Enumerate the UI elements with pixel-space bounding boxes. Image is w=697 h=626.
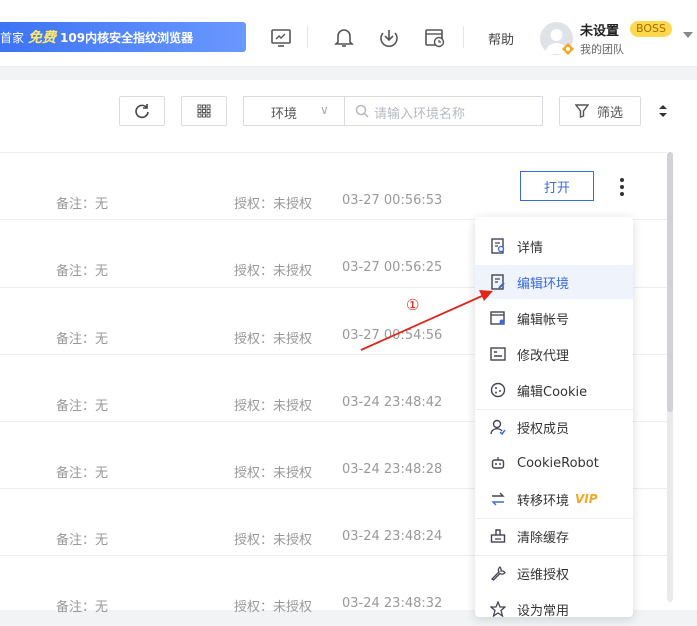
search-icon xyxy=(355,104,369,118)
scrollbar-thumb[interactable] xyxy=(667,152,673,412)
details-icon xyxy=(489,237,507,255)
menu-item-label: 清除缓存 xyxy=(517,530,570,546)
team-label[interactable]: 我的团队 xyxy=(580,41,624,57)
row-time: 03-27 00:54:56 xyxy=(342,328,443,343)
row-auth: 授权：未授权 xyxy=(234,600,313,615)
menu-item-label: 转移环境 xyxy=(517,493,570,509)
star-icon xyxy=(489,600,507,618)
menu-item-label: CookieRobot xyxy=(517,455,599,471)
row-auth: 授权：未授权 xyxy=(234,264,313,279)
row-auth: 授权：未授权 xyxy=(234,197,313,212)
row-time: 03-27 00:56:53 xyxy=(342,193,443,208)
env-type-select[interactable]: 环境 ∨ xyxy=(243,96,345,126)
top-bar: 首家 免费 109内核安全指纹浏览器 帮助 未设置 BOSS 我的团队 xyxy=(0,0,697,67)
row-note: 备注：无 xyxy=(56,533,109,548)
separator xyxy=(307,26,308,48)
schedule-icon[interactable] xyxy=(423,26,447,50)
menu-item-label: 运维授权 xyxy=(517,567,570,583)
env-select-label: 环境 xyxy=(271,107,298,122)
vip-badge: VIP xyxy=(575,492,598,506)
filter-label: 筛选 xyxy=(597,105,624,121)
clear-cache-icon xyxy=(489,527,507,545)
menu-item-cookierobot[interactable]: CookieRobot xyxy=(475,446,633,480)
user-name[interactable]: 未设置 xyxy=(580,20,619,39)
grid-icon xyxy=(197,104,211,118)
context-menu: 详情 编辑环境 编辑帐号 修改代理 编辑Cookie 授权成员 CookieRo… xyxy=(475,217,633,619)
search-input[interactable]: 请输入环境名称 xyxy=(344,96,543,126)
banner-text: 109内核安全指纹浏览器 xyxy=(60,30,194,45)
user-auth-icon xyxy=(489,418,507,436)
menu-item-label: 授权成员 xyxy=(517,421,570,437)
grid-view-button[interactable] xyxy=(181,96,227,126)
scrollbar[interactable] xyxy=(667,152,673,602)
menu-item-favorite[interactable]: 设为常用 xyxy=(475,592,633,626)
annotation-label: ① xyxy=(406,296,420,314)
promo-banner[interactable]: 首家 免费 109内核安全指纹浏览器 xyxy=(0,22,246,52)
edit-env-icon xyxy=(489,273,507,291)
row-auth: 授权：未授权 xyxy=(234,466,313,481)
filter-button[interactable]: 筛选 xyxy=(559,96,641,126)
row-auth: 授权：未授权 xyxy=(234,332,313,347)
menu-item-cookie[interactable]: 编辑Cookie xyxy=(475,373,633,407)
row-auth: 授权：未授权 xyxy=(234,399,313,414)
separator xyxy=(463,26,464,48)
row-note: 备注：无 xyxy=(56,466,109,481)
refresh-button[interactable] xyxy=(119,96,165,126)
menu-item-details[interactable]: 详情 xyxy=(475,229,633,263)
filter-icon xyxy=(575,104,589,118)
download-icon[interactable] xyxy=(377,26,401,50)
refresh-icon xyxy=(135,104,149,119)
menu-item-label: 详情 xyxy=(517,240,544,256)
row-note: 备注：无 xyxy=(56,399,109,414)
row-time: 03-24 23:48:32 xyxy=(342,596,443,611)
menu-item-clear-cache[interactable]: 清除缓存 xyxy=(475,519,633,553)
menu-item-label: 编辑Cookie xyxy=(517,384,588,400)
row-note: 备注：无 xyxy=(56,264,109,279)
transfer-icon xyxy=(489,490,507,508)
banner-prefix: 首家 xyxy=(0,30,25,45)
row-time: 03-24 23:48:28 xyxy=(342,462,443,477)
menu-item-edit-account[interactable]: 编辑帐号 xyxy=(475,301,633,335)
edit-account-icon xyxy=(489,309,507,327)
menu-item-auth-member[interactable]: 授权成员 xyxy=(475,410,633,444)
row-time: 03-24 23:48:24 xyxy=(342,529,443,544)
sort-icon[interactable] xyxy=(658,104,668,118)
chevron-down-icon[interactable] xyxy=(683,32,693,38)
proxy-icon xyxy=(489,345,507,363)
bell-icon[interactable] xyxy=(332,26,356,50)
help-link[interactable]: 帮助 xyxy=(488,29,514,48)
monitor-icon[interactable] xyxy=(269,26,293,50)
row-note: 备注：无 xyxy=(56,197,109,212)
menu-item-proxy[interactable]: 修改代理 xyxy=(475,337,633,371)
row-note: 备注：无 xyxy=(56,332,109,347)
chevron-down-icon: ∨ xyxy=(320,103,329,117)
row-auth: 授权：未授权 xyxy=(234,533,313,548)
more-icon[interactable] xyxy=(617,176,627,198)
wrench-icon xyxy=(489,564,507,582)
menu-item-label: 编辑帐号 xyxy=(517,312,570,328)
menu-item-label: 修改代理 xyxy=(517,348,570,364)
open-button[interactable]: 打开 xyxy=(520,171,594,201)
menu-item-transfer[interactable]: 转移环境 VIP xyxy=(475,482,633,516)
menu-item-label: 设为常用 xyxy=(517,603,570,619)
menu-item-edit-env[interactable]: 编辑环境 xyxy=(475,265,633,299)
banner-free: 免费 xyxy=(28,30,57,46)
vip-diamond-icon xyxy=(562,43,574,55)
search-placeholder: 请输入环境名称 xyxy=(374,107,466,122)
menu-item-ops-auth[interactable]: 运维授权 xyxy=(475,556,633,590)
robot-icon xyxy=(489,454,507,472)
menu-item-label: 编辑环境 xyxy=(517,276,570,292)
row-time: 03-24 23:48:42 xyxy=(342,395,443,410)
boss-badge: BOSS xyxy=(630,21,672,37)
row-time: 03-27 00:56:25 xyxy=(342,260,443,275)
row-note: 备注：无 xyxy=(56,600,109,615)
cookie-icon xyxy=(489,381,507,399)
